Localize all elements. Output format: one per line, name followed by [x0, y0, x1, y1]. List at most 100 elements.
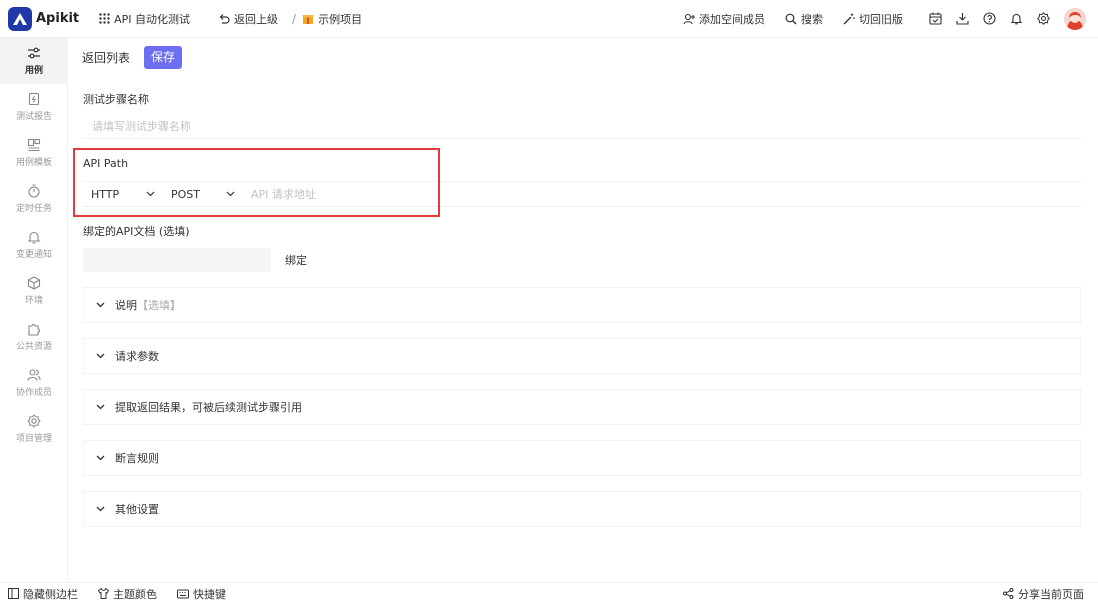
sidebar-item-label: 用例模板 — [15, 158, 52, 168]
module-menu[interactable]: API 自动化测试 — [99, 11, 190, 27]
project-selector[interactable]: 示例项目 — [302, 11, 362, 27]
chevron-down-icon — [96, 302, 105, 308]
section-title: 提取返回结果，可被后续测试步骤引用 — [115, 401, 302, 414]
chevron-down-icon — [96, 404, 105, 410]
keyboard-icon — [177, 589, 189, 598]
sidebar-item-label: 协作成员 — [15, 388, 52, 398]
gear-icon[interactable] — [1037, 12, 1050, 25]
module-name: API 自动化测试 — [114, 12, 191, 26]
sidebar-item-environment[interactable]: 环境 — [0, 268, 68, 314]
sidebar-item-label: 环境 — [24, 296, 43, 306]
bind-doc-field[interactable] — [83, 248, 271, 272]
add-member-label: 添加空间成员 — [699, 12, 765, 26]
hide-sidebar-label: 隐藏侧边栏 — [23, 587, 78, 601]
sliders-icon — [28, 47, 40, 59]
shortcuts-label: 快捷键 — [193, 587, 226, 601]
bell-icon[interactable] — [1010, 12, 1023, 25]
report-icon — [28, 92, 40, 106]
switch-old-label: 切回旧版 — [859, 12, 903, 26]
chevron-down-icon — [96, 455, 105, 461]
chevron-down-icon — [96, 353, 105, 359]
section-title: 请求参数 — [115, 350, 159, 363]
shirt-icon — [98, 588, 109, 599]
top-actions: 添加空间成员 搜索 切回旧版 — [663, 7, 1098, 30]
sidebar-item-notifications[interactable]: 变更通知 — [0, 222, 68, 268]
hide-sidebar-button[interactable]: 隐藏侧边栏 — [8, 586, 78, 602]
chevron-down-icon — [226, 191, 235, 197]
bottom-bar: 隐藏侧边栏 主题颜色 快捷键 分享当前页面 — [0, 582, 1098, 604]
back-to-list-link[interactable]: 返回列表 — [82, 49, 130, 66]
back-button[interactable]: 返回上级 — [218, 11, 278, 27]
method-select[interactable]: POST — [163, 182, 243, 206]
sidebar-item-label: 定时任务 — [15, 204, 52, 214]
section-assertions[interactable]: 断言规则 — [83, 440, 1081, 476]
sidebar-item-label: 项目管理 — [15, 434, 52, 444]
puzzle-icon — [28, 324, 40, 336]
sidebar-item-label: 测试报告 — [15, 112, 52, 122]
template-icon — [27, 138, 41, 152]
api-path-label: API Path — [83, 157, 129, 170]
chevron-down-icon — [96, 506, 105, 512]
bell-icon — [27, 231, 41, 244]
shortcuts-button[interactable]: 快捷键 — [177, 586, 226, 602]
sidebar-item-public-resources[interactable]: 公共资源 — [0, 314, 68, 360]
save-button[interactable]: 保存 — [144, 46, 183, 69]
magic-wand-icon — [843, 13, 855, 24]
bind-doc-label: 绑定的API文档 (选填) — [83, 225, 190, 238]
top-bar: Apikit API 自动化测试 返回上级 / 示例项目 添加空间成员 搜索 切… — [0, 0, 1098, 38]
sidebar: 用例 测试报告 用例模板 定时任务 变更通知 环境 公共资源 协作成员 项目管理 — [0, 38, 68, 582]
search-icon — [785, 13, 797, 24]
cube-icon — [27, 276, 41, 290]
bind-doc-row: 绑定 — [83, 248, 307, 272]
add-member-button[interactable]: 添加空间成员 — [683, 11, 765, 27]
theme-color-label: 主题颜色 — [113, 587, 157, 601]
sidebar-item-reports[interactable]: 测试报告 — [0, 84, 68, 130]
section-other-settings[interactable]: 其他设置 — [83, 491, 1081, 527]
section-title: 其他设置 — [115, 503, 159, 516]
sidebar-item-project-management[interactable]: 项目管理 — [0, 406, 68, 452]
section-hint: 【选填】 — [137, 299, 181, 312]
timer-icon — [28, 184, 40, 198]
back-label: 返回上级 — [234, 12, 279, 26]
users-icon — [27, 369, 41, 381]
undo-icon — [219, 13, 230, 24]
section-title: 断言规则 — [115, 452, 159, 465]
sidebar-item-templates[interactable]: 用例模板 — [0, 130, 68, 176]
search-button[interactable]: 搜索 — [785, 11, 823, 27]
api-path-row: HTTP POST — [83, 181, 1081, 207]
search-label: 搜索 — [801, 12, 823, 26]
gear-icon — [27, 414, 41, 428]
sidebar-item-label: 变更通知 — [15, 250, 52, 260]
sidebar-item-members[interactable]: 协作成员 — [0, 360, 68, 406]
help-icon[interactable] — [983, 12, 996, 25]
theme-color-button[interactable]: 主题颜色 — [98, 586, 157, 602]
sidebar-item-cases[interactable]: 用例 — [0, 38, 68, 84]
section-title: 说明 — [115, 299, 137, 312]
section-description[interactable]: 说明 【选填】 — [83, 287, 1081, 323]
switch-old-version-button[interactable]: 切回旧版 — [843, 11, 903, 27]
user-plus-icon — [683, 13, 695, 24]
project-name: 示例项目 — [318, 12, 363, 26]
calendar-icon[interactable] — [929, 12, 942, 25]
download-icon[interactable] — [956, 12, 969, 25]
protocol-value: HTTP — [91, 187, 120, 201]
app-name: Apikit — [36, 11, 80, 26]
bind-button[interactable]: 绑定 — [285, 252, 307, 268]
share-page-button[interactable]: 分享当前页面 — [1003, 586, 1084, 602]
section-extract-results[interactable]: 提取返回结果，可被后续测试步骤引用 — [83, 389, 1081, 425]
app-logo[interactable]: Apikit — [8, 6, 80, 31]
logo-icon — [8, 6, 32, 31]
protocol-select[interactable]: HTTP — [83, 182, 163, 206]
method-value: POST — [171, 187, 200, 201]
gift-icon — [302, 14, 314, 24]
sidebar-item-label: 用例 — [24, 66, 43, 76]
breadcrumb-separator: / — [292, 11, 297, 26]
main-content: 返回列表 保存 测试步骤名称 API Path HTTP POST 绑定的API… — [68, 38, 1098, 582]
sidebar-item-scheduled-tasks[interactable]: 定时任务 — [0, 176, 68, 222]
step-name-input[interactable] — [83, 115, 1081, 139]
grid-icon — [99, 13, 110, 24]
section-request-params[interactable]: 请求参数 — [83, 338, 1081, 374]
sidebar-item-label: 公共资源 — [15, 342, 52, 352]
avatar[interactable] — [1064, 7, 1086, 30]
api-path-input[interactable] — [243, 183, 943, 205]
